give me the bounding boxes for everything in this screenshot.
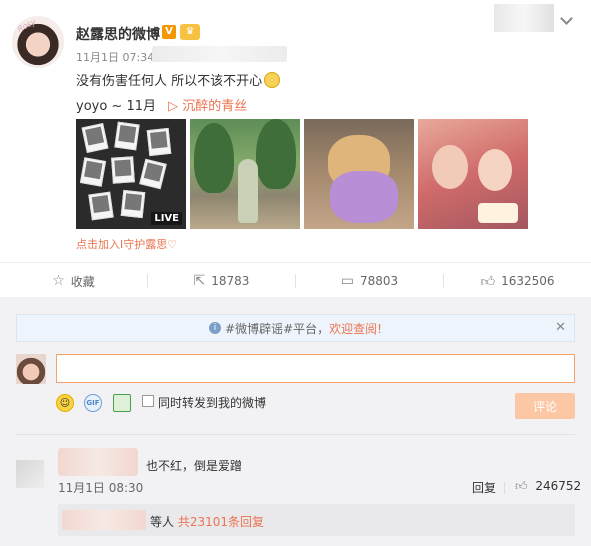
comment-like-button[interactable]: 👍︎ 246752: [515, 479, 581, 494]
comment-section: i #微博辟谣#平台， 欢迎查阅! ✕ ☺ GIF 同时转发到我的微博 评论 也不…: [0, 298, 591, 546]
author-avatar[interactable]: Rosy: [12, 16, 64, 68]
comment-time: 11月1日 08:30: [58, 481, 144, 495]
repost-checkbox[interactable]: [142, 395, 154, 407]
thumbs-up-icon: 👍︎: [515, 479, 528, 493]
comment-button[interactable]: ▭ 78803: [296, 263, 443, 299]
blurred-source: [152, 46, 287, 62]
info-icon: i: [209, 322, 222, 334]
notice-prefix: #微博辟谣#平台，: [225, 321, 330, 336]
blurred-region: [494, 4, 554, 32]
post-text: 没有伤害任何人 所以不该不开心: [76, 74, 263, 89]
guardian-join-link[interactable]: 点击加入I守护露思♡: [76, 236, 177, 252]
emoji-icon: [264, 72, 281, 88]
star-icon: ☆: [52, 273, 65, 289]
verified-badge-icon: V: [162, 25, 176, 39]
divider: [504, 482, 505, 494]
reply-summary-text: 等人 共23101条回复: [150, 513, 264, 530]
weibo-post: Rosy 赵露思的微博 V ♛ 11月1日 07:34 没有伤害任何人 所以不该…: [0, 0, 591, 262]
author-username[interactable]: 赵露思的微博: [76, 24, 160, 44]
live-badge: LIVE: [151, 212, 182, 225]
image-upload-icon[interactable]: [113, 394, 131, 412]
post-sub-prefix: yoyo ~ 11月: [76, 99, 156, 114]
comment-text: 也不红，倒是爱蹭: [146, 459, 243, 473]
post-image-3[interactable]: [304, 119, 414, 229]
favorite-button[interactable]: ☆ 收藏: [0, 263, 147, 299]
thumbs-up-icon: 👍︎: [480, 273, 496, 290]
comment-input[interactable]: [56, 354, 575, 383]
emoji-picker-icon[interactable]: ☺: [56, 394, 74, 412]
rumor-notice-banner[interactable]: i #微博辟谣#平台， 欢迎查阅! ✕: [16, 314, 575, 342]
reply-button[interactable]: 回复: [472, 479, 496, 496]
comment-count: 78803: [360, 274, 399, 288]
view-all-replies-link[interactable]: 共23101条回复: [178, 515, 264, 529]
divider: [16, 434, 575, 435]
action-bar: ☆ 收藏 ⇱ 18783 ▭ 78803 👍︎ 1632506: [0, 262, 591, 298]
submit-comment-button[interactable]: 评论: [515, 393, 575, 419]
favorite-label: 收藏: [70, 274, 95, 289]
like-button[interactable]: 👍︎ 1632506: [444, 263, 591, 299]
avatar-tag: Rosy: [16, 17, 38, 34]
blurred-reply-names: [62, 510, 146, 530]
like-count: 1632506: [501, 274, 555, 288]
music-link[interactable]: ▷ 沉醉的青丝: [168, 99, 247, 114]
post-image-2[interactable]: [190, 119, 300, 229]
replies-suffix: 等人: [150, 515, 175, 529]
vip-crown-icon: ♛: [180, 24, 200, 40]
commenter-avatar[interactable]: [16, 460, 44, 488]
reply-summary[interactable]: 等人 共23101条回复: [58, 504, 575, 536]
post-image-4[interactable]: [418, 119, 528, 229]
post-image-1[interactable]: LIVE: [76, 119, 186, 229]
post-content: 没有伤害任何人 所以不该不开心: [76, 70, 281, 89]
repost-checkbox-label: 同时转发到我的微博: [158, 396, 267, 410]
notice-highlight[interactable]: 欢迎查阅!: [329, 320, 382, 337]
current-user-avatar: [16, 354, 46, 384]
repost-icon: ⇱: [193, 273, 206, 289]
repost-count: 18783: [211, 274, 250, 288]
blurred-commenter-name: [58, 448, 138, 476]
repost-button[interactable]: ⇱ 18783: [148, 263, 295, 299]
close-icon[interactable]: ✕: [555, 320, 566, 335]
chevron-down-icon[interactable]: [560, 12, 573, 25]
comment-like-count: 246752: [535, 479, 582, 493]
post-subline: yoyo ~ 11月 ▷ 沉醉的青丝: [76, 95, 247, 114]
comment-icon: ▭: [340, 273, 355, 289]
post-timestamp[interactable]: 11月1日 07:34: [76, 49, 154, 65]
gif-icon[interactable]: GIF: [84, 394, 102, 412]
